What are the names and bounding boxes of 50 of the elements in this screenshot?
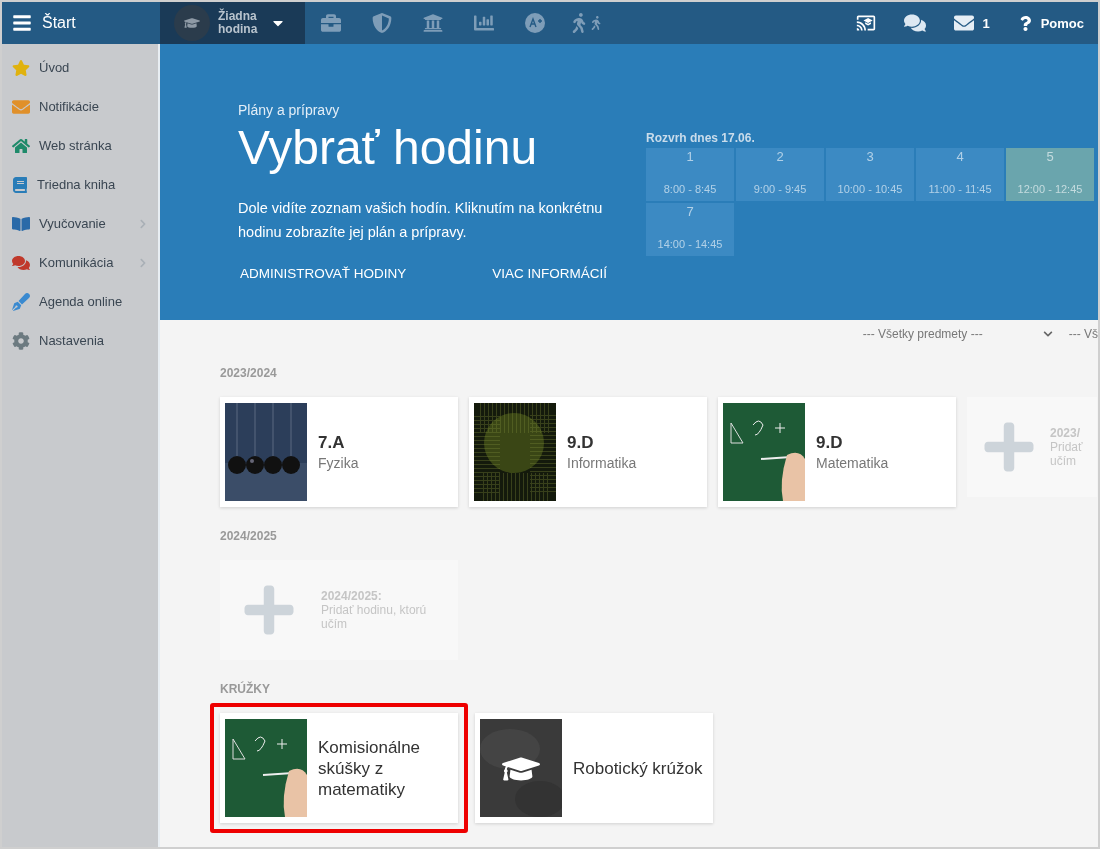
club-name: Komisionálne skúšky z matematiky [318,736,422,800]
graduation-cap-icon [174,5,210,41]
class-name: 9.D [567,433,595,453]
menu-icon [12,13,32,33]
lesson-card[interactable]: 9.D Matematika [718,397,956,507]
lesson-dropdown[interactable]: Žiadna hodina [160,2,305,44]
house-icon [12,136,30,155]
sidebar-item[interactable]: Komunikácia [2,243,158,282]
section-heading: 2023/2024 [220,366,278,380]
pen-icon [12,292,30,311]
subject-name: Matematika [816,455,889,471]
sidebar-item[interactable]: Nastavenia [2,321,158,360]
page-title: Vybrať hodinu [238,122,539,174]
subject-name: Fyzika [318,455,359,471]
filter-select[interactable]: --- Vš [1068,327,1098,341]
notebook-icon [12,176,28,193]
help-button[interactable]: Pomoc [1003,2,1098,44]
messages-button[interactable]: 1 [940,2,1004,44]
envelope-icon [12,97,30,116]
subject-select[interactable]: --- Všetky predmety --- [862,327,1053,341]
page-subtitle: Plány a prípravy [238,102,341,118]
sidebar-item[interactable]: Triedna kniha [2,165,158,204]
hero-link[interactable]: VIAC INFORMÁCIÍ [492,266,608,281]
class-name: 9.D [816,433,844,453]
sidebar-item[interactable]: Vyučovanie [2,204,158,243]
menu-button[interactable]: Štart [2,2,160,44]
section-heading: KRÚŽKY [220,682,271,696]
sidebar-item[interactable]: Agenda online [2,282,158,321]
chat-icon [12,253,30,272]
intro-text: Dole vidíte zoznam vašich hodín. Kliknutím na konkrétnu hodinu zobrazíte jej plán a prípravy. [238,199,604,242]
lesson-card[interactable]: 7.A Fyzika [220,397,458,507]
sidebar-item[interactable]: Úvod [2,48,158,87]
star-icon [12,58,30,77]
class-name: 7.A [318,433,346,453]
club-name: Robotický krúžok [573,757,703,779]
club-card[interactable]: Komisionálne skúšky z matematiky [210,703,468,833]
sidebar-item[interactable]: Notifikácie [2,87,158,126]
hero-link[interactable]: ADMINISTROVAŤ HODINY [240,266,407,281]
club-card[interactable]: Robotický krúžok [475,713,713,823]
lesson-card[interactable]: 9.D Informatika [469,397,707,507]
chevron-down-icon [1042,329,1053,339]
section-heading: 2024/2025 [220,529,278,543]
open-book-icon [12,214,30,233]
chevron-right-icon [138,257,148,268]
settings-icon [12,331,30,350]
schedule-label: Rozvrh dnes 17.06. [646,131,756,145]
sidebar-item[interactable]: Web stránka [2,126,158,165]
envelope-icon [954,13,975,33]
subject-name: Informatika [567,455,637,471]
chevron-right-icon [138,218,148,229]
